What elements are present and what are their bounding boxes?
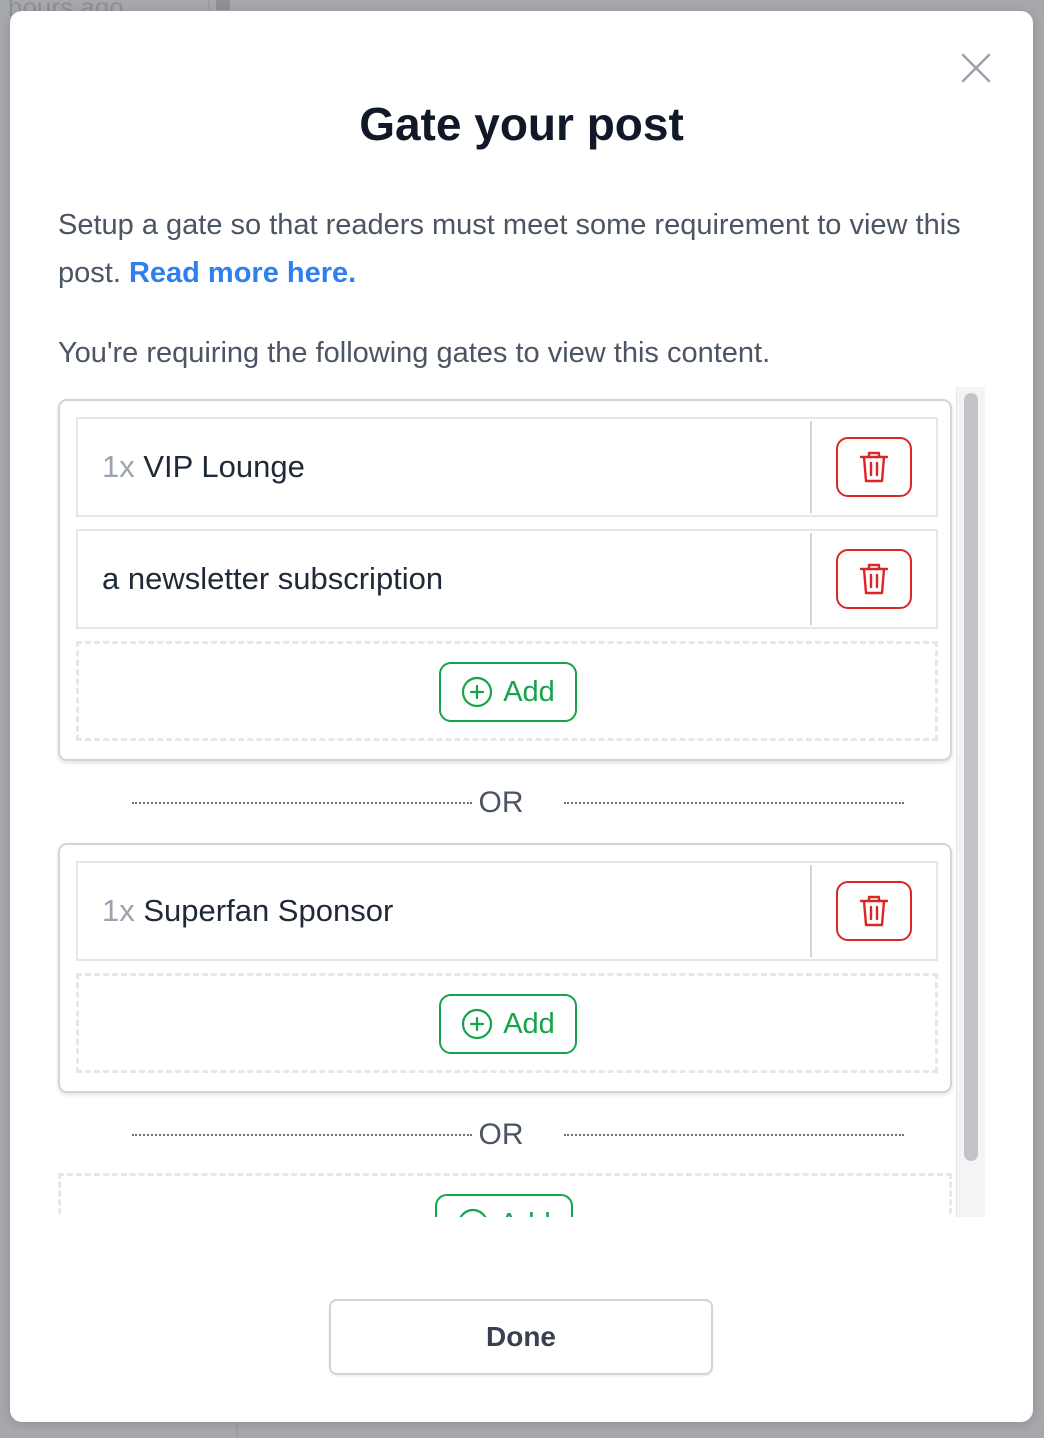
requirement-text: You're requiring the following gates to … <box>58 337 771 369</box>
gate-group: 1x VIP Lounge a newsletter subscription <box>58 399 952 761</box>
gate-name: a newsletter subscription <box>102 561 444 596</box>
row-divider <box>810 421 812 513</box>
delete-gate-button[interactable] <box>836 437 912 497</box>
add-gate-zone: Add <box>76 641 938 741</box>
delete-gate-button[interactable] <box>836 881 912 941</box>
gate-group: 1x Superfan Sponsor Add <box>58 843 952 1093</box>
close-icon <box>961 53 991 83</box>
gates-scroll-area[interactable]: 1x VIP Lounge a newsletter subscription <box>54 385 986 1217</box>
add-gate-button[interactable]: Add <box>439 994 577 1054</box>
close-button[interactable] <box>959 51 993 85</box>
row-divider <box>810 533 812 625</box>
gate-label: 1x Superfan Sponsor <box>102 863 393 959</box>
trash-icon <box>859 563 889 595</box>
gate-name: Superfan Sponsor <box>143 893 394 928</box>
background-divider <box>208 0 210 10</box>
or-label: OR <box>478 1118 524 1151</box>
read-more-link[interactable]: Read more here. <box>129 257 356 289</box>
gate-quantity: 1x <box>102 893 135 928</box>
add-label: Add <box>499 1208 551 1218</box>
plus-circle-icon <box>462 1008 493 1040</box>
scrollbar-thumb[interactable] <box>964 393 978 1161</box>
background-divider <box>236 1420 238 1438</box>
gate-row: a newsletter subscription <box>76 529 938 629</box>
gate-row: 1x VIP Lounge <box>76 417 938 517</box>
or-label: OR <box>478 786 524 819</box>
add-label: Add <box>503 1007 555 1040</box>
add-gate-button[interactable]: Add <box>439 662 577 722</box>
add-gate-group-zone: Add <box>58 1173 952 1217</box>
or-separator: OR <box>114 1115 904 1155</box>
modal-title: Gate your post <box>359 98 684 150</box>
gate-quantity: 1x <box>102 449 135 484</box>
plus-circle-icon <box>459 1208 487 1217</box>
delete-gate-button[interactable] <box>836 549 912 609</box>
background-scrollbar <box>216 0 230 10</box>
trash-icon <box>859 895 889 927</box>
scrollbar-track[interactable] <box>956 387 985 1217</box>
gate-row: 1x Superfan Sponsor <box>76 861 938 961</box>
trash-icon <box>859 451 889 483</box>
add-label: Add <box>503 675 555 708</box>
row-divider <box>810 865 812 957</box>
done-button[interactable]: Done <box>329 1299 713 1375</box>
plus-circle-icon <box>462 676 493 708</box>
gate-post-modal: Gate your post Setup a gate so that read… <box>10 11 1033 1422</box>
add-gate-button[interactable]: Add <box>435 1194 573 1217</box>
gate-label: a newsletter subscription <box>102 531 443 627</box>
or-separator: OR <box>114 783 904 823</box>
add-gate-zone: Add <box>76 973 938 1073</box>
intro-text: Setup a gate so that readers must meet s… <box>58 201 998 297</box>
gate-name: VIP Lounge <box>143 449 305 484</box>
gate-label: 1x VIP Lounge <box>102 419 305 515</box>
